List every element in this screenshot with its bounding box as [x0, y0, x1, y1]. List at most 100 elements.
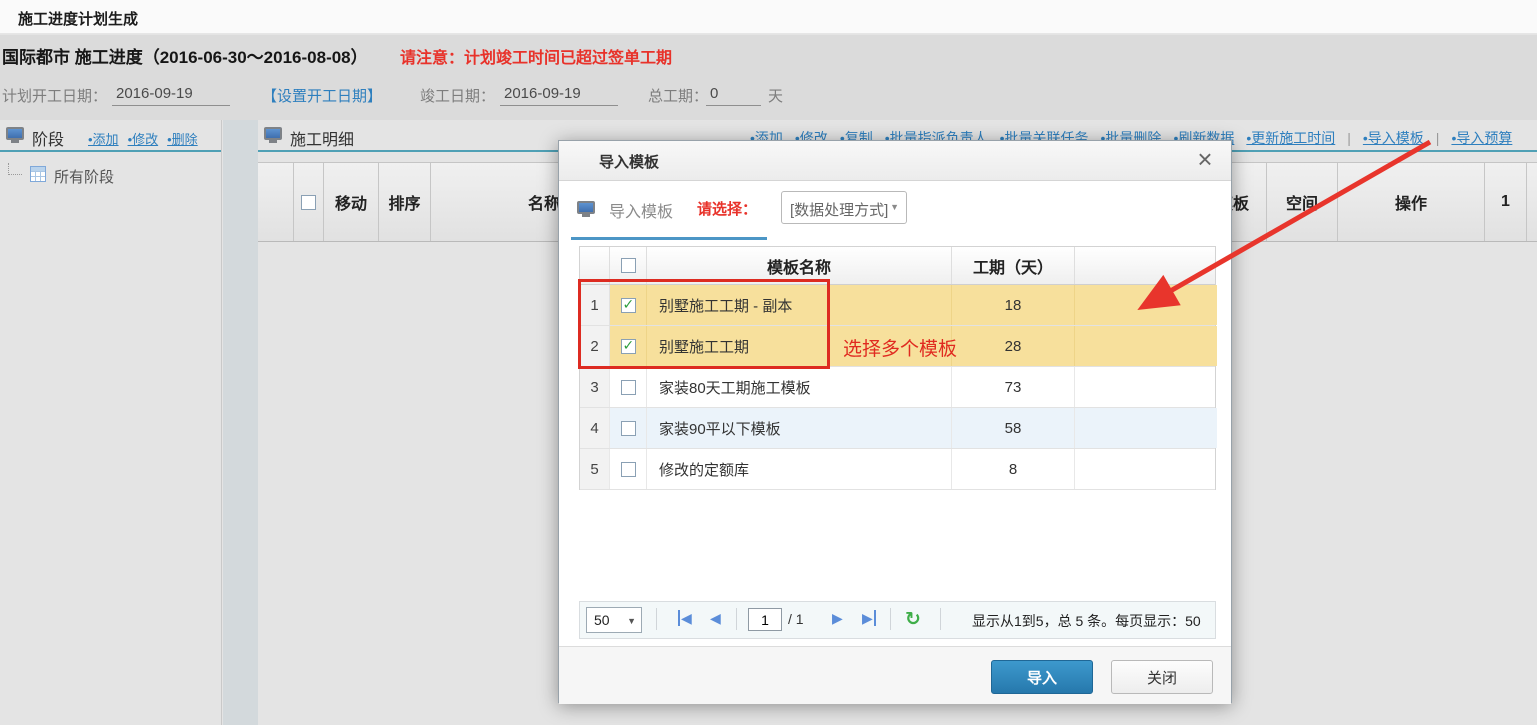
stage-link-0[interactable]: •添加 [88, 132, 119, 147]
toolbar-link-9[interactable]: •导入模板 [1363, 130, 1424, 146]
modal-title: 导入模板 [599, 151, 659, 172]
panel-divider [223, 120, 258, 725]
template-row[interactable]: 1 别墅施工工期 - 副本18 [580, 285, 1215, 326]
tree-elbow-icon [8, 163, 22, 175]
project-title: 国际都市 施工进度（2016-06-30～2016-08-08） [2, 43, 368, 68]
grid-col-action[interactable]: 操作 [1338, 163, 1485, 241]
modal-section-title: 导入模板 [609, 198, 673, 222]
template-row[interactable]: 2别墅施工工期28 [580, 326, 1215, 367]
select-all-checkbox[interactable] [621, 258, 636, 273]
modal-header[interactable]: 导入模板 × [559, 141, 1231, 181]
close-button[interactable]: 关闭 [1111, 660, 1213, 694]
row-number: 5 [580, 449, 610, 489]
row-checkbox[interactable] [621, 462, 636, 477]
grid-col-sort[interactable]: 排序 [379, 163, 431, 241]
row-checkbox[interactable] [621, 339, 636, 354]
row-number: 1 [580, 285, 610, 325]
finish-date-label: 竣工日期： [420, 85, 495, 106]
grid-col-space[interactable]: 空间 [1267, 163, 1338, 241]
stage-grid-icon [30, 166, 46, 182]
import-button[interactable]: 导入 [991, 660, 1093, 694]
grid-col-blank [258, 163, 294, 241]
template-table-body: 1 别墅施工工期 - 副本182别墅施工工期283 家装80天工期施工模板734家装… [580, 285, 1215, 490]
refresh-icon[interactable]: ↻ [905, 608, 921, 631]
row-extra-cell [1075, 449, 1217, 489]
header-extra-cell [1075, 247, 1217, 284]
total-duration-unit: 天 [768, 85, 783, 106]
prev-page-button[interactable]: ◀ [710, 610, 721, 626]
app-title-bar: 施工进度计划生成 [0, 0, 1537, 34]
date-fields-row: 计划开工日期： 2016-09-19 【设置开工日期】 竣工日期： 2016-0… [0, 81, 1537, 113]
header-duration-days[interactable]: 工期（天） [952, 247, 1075, 284]
row-checkbox[interactable] [621, 380, 636, 395]
toolbar-separator: | [1436, 130, 1440, 146]
first-page-button[interactable]: ◀ [678, 610, 692, 626]
row-extra-cell [1075, 408, 1217, 448]
pager-separator [940, 608, 941, 630]
pagination-bar: 50 ▼ ◀ ◀ / 1 ▶ ▶ ↻ 显示从1到5，总 5 条。每页显示：50 [579, 601, 1216, 639]
duration-days: 18 [952, 285, 1075, 325]
next-page-button[interactable]: ▶ [832, 610, 843, 626]
row-number: 3 [580, 367, 610, 407]
duration-days: 73 [952, 367, 1075, 407]
pagination-info: 显示从1到5，总 5 条。每页显示：50 [972, 611, 1215, 631]
template-row[interactable]: 3 家装80天工期施工模板73 [580, 367, 1215, 408]
last-page-button[interactable]: ▶ [862, 610, 876, 626]
duration-days: 8 [952, 449, 1075, 489]
row-checkbox-cell[interactable] [610, 449, 647, 489]
header-checkbox-cell[interactable] [610, 247, 647, 284]
row-checkbox[interactable] [621, 298, 636, 313]
stage-link-2[interactable]: •删除 [167, 132, 198, 147]
row-checkbox-cell[interactable] [610, 285, 647, 325]
stage-panel-header: 阶段 •添加•修改•删除 [0, 120, 221, 152]
duration-days: 28 [952, 326, 1075, 366]
select-all-checkbox[interactable] [301, 195, 316, 210]
import-template-modal: 导入模板 × 导入模板 请选择： [数据处理方式] ▼ 模板名称 工期（天） 1… [558, 140, 1232, 703]
row-checkbox-cell[interactable] [610, 367, 647, 407]
monitor-icon [264, 127, 282, 140]
chevron-down-icon: ▼ [890, 202, 899, 212]
row-extra-cell [1075, 285, 1217, 325]
plan-start-label: 计划开工日期： [2, 85, 107, 106]
row-checkbox-cell[interactable] [610, 326, 647, 366]
duration-days: 58 [952, 408, 1075, 448]
template-row[interactable]: 4家装90平以下模板58 [580, 408, 1215, 449]
template-name: 别墅施工工期 - 副本 [647, 285, 952, 325]
template-table-header: 模板名称 工期（天） [580, 247, 1215, 285]
tree-item-label: 所有阶段 [54, 166, 114, 187]
page-size-value: 50 [594, 612, 610, 628]
grid-col-checkbox[interactable] [294, 163, 324, 241]
template-name: 修改的定额库 [647, 449, 952, 489]
chevron-down-icon: ▼ [627, 616, 636, 626]
row-extra-cell [1075, 367, 1217, 407]
total-duration-field[interactable]: 0 [706, 85, 761, 106]
total-duration-label: 总工期： [648, 85, 708, 106]
finish-date-field[interactable]: 2016-09-19 [500, 85, 618, 106]
stage-links: •添加 •修改 •删除 [88, 129, 207, 148]
set-start-date-link[interactable]: 【设置开工日期】 [262, 85, 382, 106]
stage-panel: 阶段 •添加•修改•删除 所有阶段 [0, 120, 222, 725]
grid-col-extra[interactable]: 1 [1485, 163, 1527, 241]
monitor-icon [577, 201, 595, 214]
page-count-label: / 1 [788, 611, 804, 627]
detail-panel-title: 施工明细 [290, 126, 354, 150]
template-name: 别墅施工工期 [647, 326, 952, 366]
grid-col-move[interactable]: 移动 [324, 163, 379, 241]
stage-link-1[interactable]: •修改 [128, 132, 159, 147]
pager-separator [656, 608, 657, 630]
page-size-select[interactable]: 50 ▼ [586, 607, 642, 633]
toolbar-link-7[interactable]: •更新施工时间 [1246, 130, 1335, 146]
plan-start-date-field[interactable]: 2016-09-19 [112, 85, 230, 106]
modal-footer: 导入 关闭 [559, 646, 1231, 704]
template-row[interactable]: 5 修改的定额库8 [580, 449, 1215, 490]
row-checkbox[interactable] [621, 421, 636, 436]
modal-section-row: 导入模板 请选择： [数据处理方式] ▼ [559, 181, 1231, 237]
page-title: 施工进度计划生成 [18, 8, 138, 29]
close-icon[interactable]: × [1191, 144, 1219, 176]
header-template-name[interactable]: 模板名称 [647, 247, 952, 284]
toolbar-link-11[interactable]: •导入预算 [1451, 130, 1512, 146]
data-mode-dropdown[interactable]: [数据处理方式] ▼ [781, 191, 907, 224]
page-number-input[interactable] [748, 608, 782, 631]
row-checkbox-cell[interactable] [610, 408, 647, 448]
template-name: 家装80天工期施工模板 [647, 367, 952, 407]
